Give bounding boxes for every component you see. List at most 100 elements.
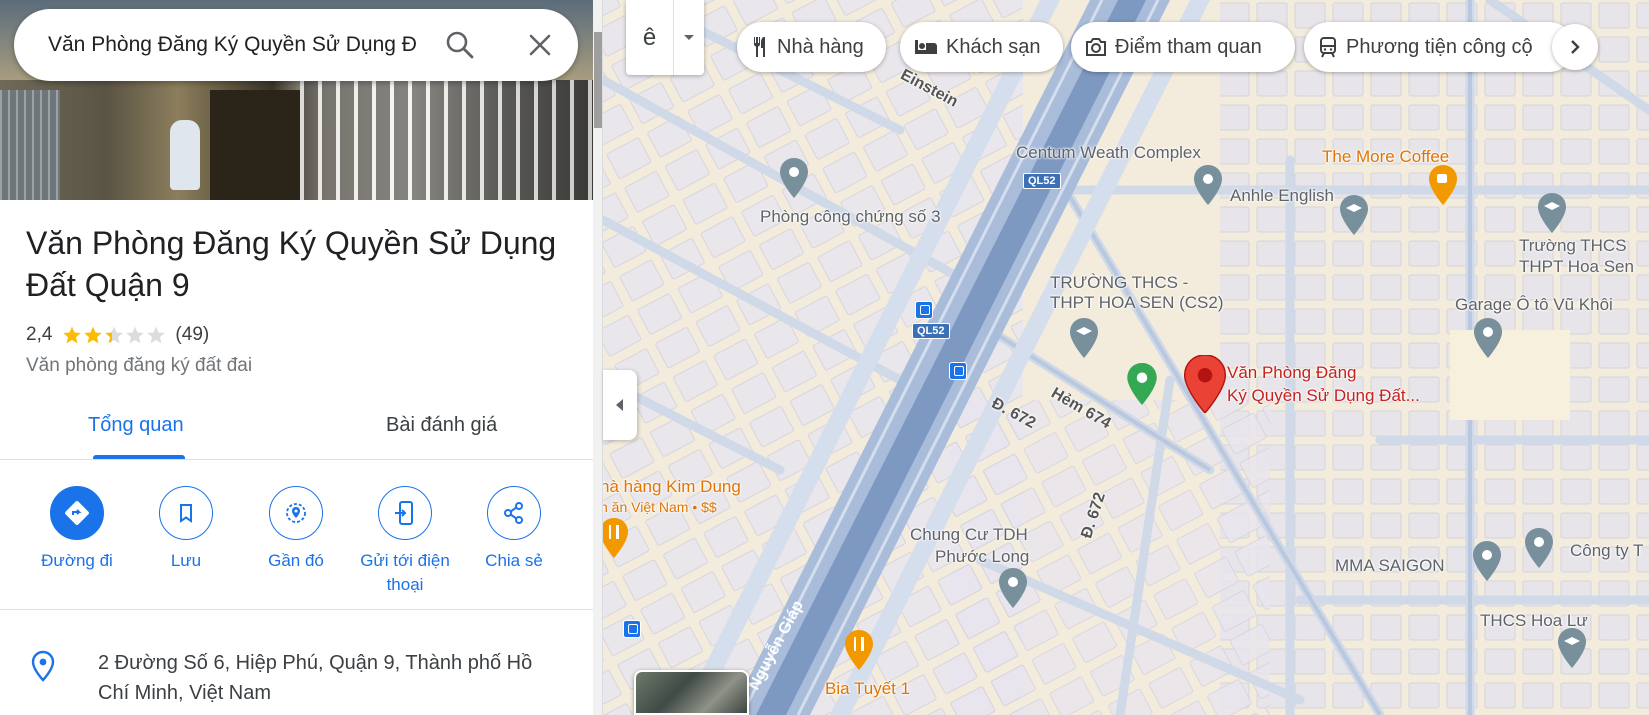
coffee-pin-icon[interactable] [1429,165,1457,205]
poi-label-mma[interactable]: MMA SAIGON [1335,555,1445,576]
layers-thumbnail-button[interactable] [634,670,749,715]
school-pin-icon[interactable] [1538,193,1566,233]
photo-person [170,120,200,190]
input-tools-dropdown[interactable] [674,0,704,75]
chip-label: Điểm tham quan [1115,35,1262,58]
caret-down-icon [684,34,694,40]
poi-label-thcs-2[interactable]: THPT Hoa Sen [1519,256,1634,277]
bus-stop-icon[interactable] [949,362,967,380]
chip-label: Khách sạn [946,35,1041,58]
search-icon [446,31,474,59]
school-pin-icon[interactable] [1558,628,1586,668]
tab-active-indicator [93,455,185,459]
star-half-icon [105,326,124,344]
bus-stop-icon[interactable] [623,620,641,638]
photo-door [210,90,300,200]
share-label: Chia sẻ [485,551,543,570]
place-title: Văn Phòng Đăng Ký Quyền Sử Dụng Đất Quận… [26,225,557,303]
selected-place-pin-icon[interactable] [1184,355,1226,413]
tab-reviews[interactable]: Bài đánh giá [386,414,497,437]
panel-scrollbar[interactable] [593,0,602,715]
poi-label-chung-cu-2[interactable]: Phước Long [935,546,1029,567]
tab-overview[interactable]: Tổng quan [88,414,184,437]
search-box[interactable] [14,9,578,81]
poi-label-anhle[interactable]: Anhle English [1230,185,1334,206]
directions-circle [50,486,104,540]
place-category[interactable]: Văn phòng đăng ký đất đai [26,355,252,377]
directions-label: Đường đi [41,551,113,570]
poi-pin-icon[interactable] [1473,541,1501,581]
poi-label-cong-ty[interactable]: Công ty T [1570,540,1643,561]
restaurant-pin-icon[interactable] [600,518,628,558]
save-circle [159,486,213,540]
star-empty-icon [147,326,166,344]
chip-hotels[interactable]: Khách sạn [900,22,1063,72]
bus-stop-icon[interactable] [915,301,933,319]
transit-icon [1320,37,1336,58]
chip-attractions[interactable]: Điểm tham quan [1071,22,1295,72]
chip-label: Nhà hàng [777,35,864,58]
rating-row[interactable]: 2,4 (49) [26,323,209,347]
chip-transit[interactable]: Phương tiện công cộ [1304,22,1574,72]
collapse-panel-button[interactable] [603,370,637,440]
chevron-left-icon [616,399,623,411]
poi-label-kim-dung[interactable]: hà hàng Kim Dung [600,476,741,497]
star-empty-icon [126,326,145,344]
selected-place-label-2[interactable]: Ký Quyền Sử Dụng Đất... [1227,385,1420,406]
action-bar: Đường đi Lưu Gần đó Gửi tới điện thoại C… [0,460,593,610]
poi-pin-icon[interactable] [999,568,1027,608]
poi-pin-icon[interactable] [780,158,808,198]
bookmark-icon [180,504,192,523]
camera-icon [1086,38,1106,56]
poi-pin-icon[interactable] [1194,165,1222,205]
poi-label-hoa-sen-2[interactable]: THPT HOA SEN (CS2) [1050,292,1224,313]
share-circle [487,486,541,540]
review-count[interactable]: (49) [175,324,209,346]
poi-label-kim-dung-sub: n ăn Việt Nam • $$ [600,499,717,515]
poi-pin-icon[interactable] [1525,528,1553,568]
address-row[interactable]: 2 Đường Số 6, Hiệp Phú, Quận 9, Thành ph… [0,630,593,715]
star-icon [84,326,103,344]
restaurant-pin-icon[interactable] [845,630,873,670]
close-button[interactable] [522,27,558,63]
nearby-button[interactable]: Gần đó [241,486,351,573]
school-pin-icon[interactable] [1070,318,1098,358]
rating-stars [62,325,167,345]
poi-label-garage[interactable]: Garage Ô tô Vũ Khôi [1455,294,1613,315]
ql52-shield: QL52 [912,323,950,339]
close-icon [529,34,551,56]
send-to-phone-button[interactable]: Gửi tới điện thoại [350,486,460,597]
scrollbar-thumb[interactable] [594,32,602,128]
photo-wall [0,90,60,200]
rating-value: 2,4 [26,324,53,345]
poi-label-bia-tuyet[interactable]: Bia Tuyết 1 [825,678,910,699]
school-pin-icon[interactable] [1340,195,1368,235]
chips-next-button[interactable] [1552,24,1598,70]
directions-button[interactable]: Đường đi [22,486,132,573]
poi-label-more-coffee[interactable]: The More Coffee [1322,146,1449,167]
search-input[interactable] [48,33,434,57]
poi-label-chung-cu[interactable]: Chung Cư TDH [910,524,1028,545]
search-button[interactable] [442,27,478,63]
chip-restaurants[interactable]: Nhà hàng [737,22,886,72]
poi-pin-icon[interactable] [1474,318,1502,358]
park-pin-icon[interactable] [1127,363,1157,405]
share-button[interactable]: Chia sẻ [459,486,569,573]
input-tools-button[interactable]: ê [626,0,674,75]
poi-label-centum[interactable]: Centum Weath Complex [1016,142,1201,163]
nearby-label: Gần đó [268,551,324,570]
poi-label-thcs[interactable]: Trường THCS [1519,235,1627,256]
photo-gate [300,80,593,200]
chevron-right-icon [1571,40,1580,54]
nearby-circle [269,486,323,540]
chip-label: Phương tiện công cộ [1346,35,1533,58]
ql52-shield: QL52 [1023,173,1061,189]
share-icon [504,502,523,524]
send-to-phone-label: Gửi tới điện thoại [360,551,450,594]
hotel-icon [915,40,937,54]
save-button[interactable]: Lưu [131,486,241,573]
selected-place-label[interactable]: Văn Phòng Đăng [1227,362,1357,383]
poi-label-cong-chung[interactable]: Phòng công chứng số 3 [760,206,941,227]
poi-label-hoa-sen[interactable]: TRƯỜNG THCS - [1050,272,1188,293]
send-to-phone-icon [395,501,413,525]
